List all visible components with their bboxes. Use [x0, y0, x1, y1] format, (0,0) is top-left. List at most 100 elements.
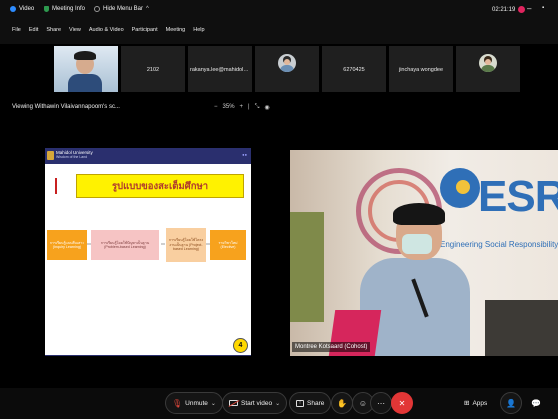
- speaker-name-tag: Montree Kotsaard (Cohost): [292, 342, 371, 352]
- share-button[interactable]: ↑ Share: [289, 392, 332, 414]
- chat-button[interactable]: 💬: [525, 392, 547, 414]
- zoom-level: 35%: [222, 104, 235, 110]
- participants-button[interactable]: 👤: [500, 392, 522, 414]
- menu-share[interactable]: Share: [46, 22, 61, 38]
- zoom-in-button[interactable]: +: [240, 104, 244, 111]
- unmute-label: Unmute: [185, 399, 208, 407]
- participant-name: 6270425: [343, 67, 365, 73]
- zoom-separator: |: [248, 104, 250, 110]
- participant-tile-jinchaya[interactable]: jinchaya wongdee: [389, 46, 453, 92]
- participant-hair: [74, 51, 96, 60]
- viewing-bar: Viewing Withawin Vilaivannapoom's sc... …: [0, 100, 558, 116]
- zoom-controls: − 35% + | ⤡ ◉: [214, 104, 270, 111]
- participant-name: jinchaya wongdee: [398, 67, 444, 73]
- title-accent: [55, 178, 57, 194]
- speaker-hair: [393, 203, 445, 225]
- flow-box-elective: รายวิชาใหม่ (Elective): [210, 230, 246, 260]
- title-bar: Video Meeting Info Hide Menu Bar ^ 02:21…: [0, 0, 558, 22]
- menu-view[interactable]: View: [69, 22, 81, 38]
- chevron-down-icon[interactable]: ⌄: [275, 400, 280, 407]
- app-label: Video: [19, 6, 35, 12]
- view-options-icon[interactable]: ◉: [264, 104, 269, 111]
- slide-footer-bar: [45, 355, 251, 356]
- unmute-button[interactable]: 🎙 Unmute ⌄: [165, 392, 223, 414]
- flow-box-project: การเรียนรู้โดยใช้โครงงานเป็นฐาน (Project…: [166, 228, 206, 262]
- chat-icon: 💬: [531, 398, 541, 408]
- overflow-icon: ▪: [542, 5, 545, 11]
- info-icon: [94, 6, 100, 12]
- hide-menu-bar-label: Hide Menu Bar: [103, 6, 144, 12]
- esr-tagline: Engineering Social Responsibility: [440, 240, 558, 249]
- avatar: [479, 54, 497, 72]
- participant-tile-2102[interactable]: 2102: [121, 46, 185, 92]
- participant-name: 2102: [146, 67, 160, 73]
- slide-page-number: 4: [233, 338, 248, 353]
- slide-header: Mahidol University Wisdom of the Land ●●: [45, 148, 251, 164]
- participant-tile-video[interactable]: [54, 46, 118, 92]
- university-logo-icon: [47, 151, 54, 160]
- meeting-toolbar: 🎙 Unmute ⌄ Start video ⌄ ↑ Share ✋ ☺ ⋯ ✕…: [0, 388, 558, 419]
- more-icon: ⋯: [377, 398, 385, 408]
- flow-box-problem: การเรียนรู้โดยใช้ปัญหาเป็นฐาน (Problem-b…: [91, 230, 159, 260]
- zoom-out-button[interactable]: −: [214, 104, 218, 111]
- slide-title: รูปแบบของสะเต็มศึกษา: [76, 174, 244, 198]
- meeting-info-label: Meeting Info: [52, 6, 86, 12]
- flow-box-inquiry: การเรียนรู้แบบสืบเสาะ (Inquiry Learning): [47, 230, 87, 260]
- participant-strip: 2102 rakanya.lee@mahidol.a... 6270425 ji…: [0, 44, 558, 96]
- zoom-logo-icon: [10, 6, 16, 12]
- avatar: [278, 54, 296, 72]
- minimize-button[interactable]: –: [527, 4, 531, 13]
- hide-menu-bar-button[interactable]: Hide Menu Bar ^: [94, 6, 149, 12]
- dots-icon: ●●: [242, 152, 247, 157]
- person-icon: 👤: [506, 398, 516, 408]
- meeting-timer: 02:21:19: [492, 6, 516, 13]
- apps-icon: ⊞: [464, 400, 470, 407]
- menu-audio-video[interactable]: Audio & Video: [89, 22, 124, 38]
- viewing-label: Viewing Withawin Vilaivannapoom's sc...: [12, 104, 120, 110]
- app-label-group[interactable]: Video: [10, 6, 34, 12]
- leave-button[interactable]: ✕: [391, 392, 413, 414]
- participant-tile-rakanya[interactable]: rakanya.lee@mahidol.a...: [188, 46, 252, 92]
- window-menu-button[interactable]: ▪: [542, 5, 544, 11]
- participant-tile-avatar-2[interactable]: [456, 46, 520, 92]
- chevron-up-icon: ^: [146, 6, 149, 12]
- apps-button[interactable]: ⊞ Apps: [458, 392, 493, 414]
- hand-icon: ✋: [337, 398, 347, 408]
- speaker-video[interactable]: ESR Engineering Social Responsibility Mo…: [290, 150, 558, 356]
- menu-meeting[interactable]: Meeting: [166, 22, 186, 38]
- fit-screen-icon[interactable]: ⤡: [255, 104, 260, 111]
- reactions-button[interactable]: ✋: [331, 392, 353, 414]
- shield-icon: [44, 6, 49, 12]
- participant-tile-avatar-1[interactable]: [255, 46, 319, 92]
- meeting-info-button[interactable]: Meeting Info: [44, 6, 85, 12]
- video-window: [290, 212, 324, 322]
- apps-label: Apps: [472, 399, 488, 407]
- mic-muted-icon: 🎙: [172, 398, 183, 408]
- speaker-mask: [402, 234, 432, 254]
- menu-bar: File Edit Share View Audio & Video Parti…: [0, 22, 558, 44]
- menu-file[interactable]: File: [12, 22, 21, 38]
- minimize-label: –: [527, 4, 532, 13]
- start-video-label: Start video: [241, 399, 273, 407]
- shared-screen: Mahidol University Wisdom of the Land ●●…: [45, 148, 251, 356]
- smile-icon: ☺: [358, 398, 368, 408]
- more-button[interactable]: ⋯: [370, 392, 392, 414]
- menu-participant[interactable]: Participant: [132, 22, 158, 38]
- esr-gear-center: [456, 180, 470, 194]
- start-video-button[interactable]: Start video ⌄: [222, 392, 288, 414]
- participant-shirt: [68, 74, 102, 92]
- arrow-icon: [161, 243, 165, 245]
- university-name: Mahidol University Wisdom of the Land: [56, 150, 93, 160]
- record-icon: [518, 6, 526, 13]
- menu-help[interactable]: Help: [193, 22, 204, 38]
- chevron-down-icon[interactable]: ⌄: [211, 400, 216, 407]
- video-off-icon: [229, 400, 238, 406]
- share-screen-icon: ↑: [296, 399, 304, 407]
- share-label: Share: [307, 399, 325, 407]
- foreground-objects: [485, 300, 558, 356]
- menu-edit[interactable]: Edit: [29, 22, 38, 38]
- university-subtitle: Wisdom of the Land: [56, 155, 88, 159]
- participant-tile-6270425[interactable]: 6270425: [322, 46, 386, 92]
- participant-name: rakanya.lee@mahidol.a...: [190, 67, 252, 73]
- close-icon: ✕: [398, 398, 406, 408]
